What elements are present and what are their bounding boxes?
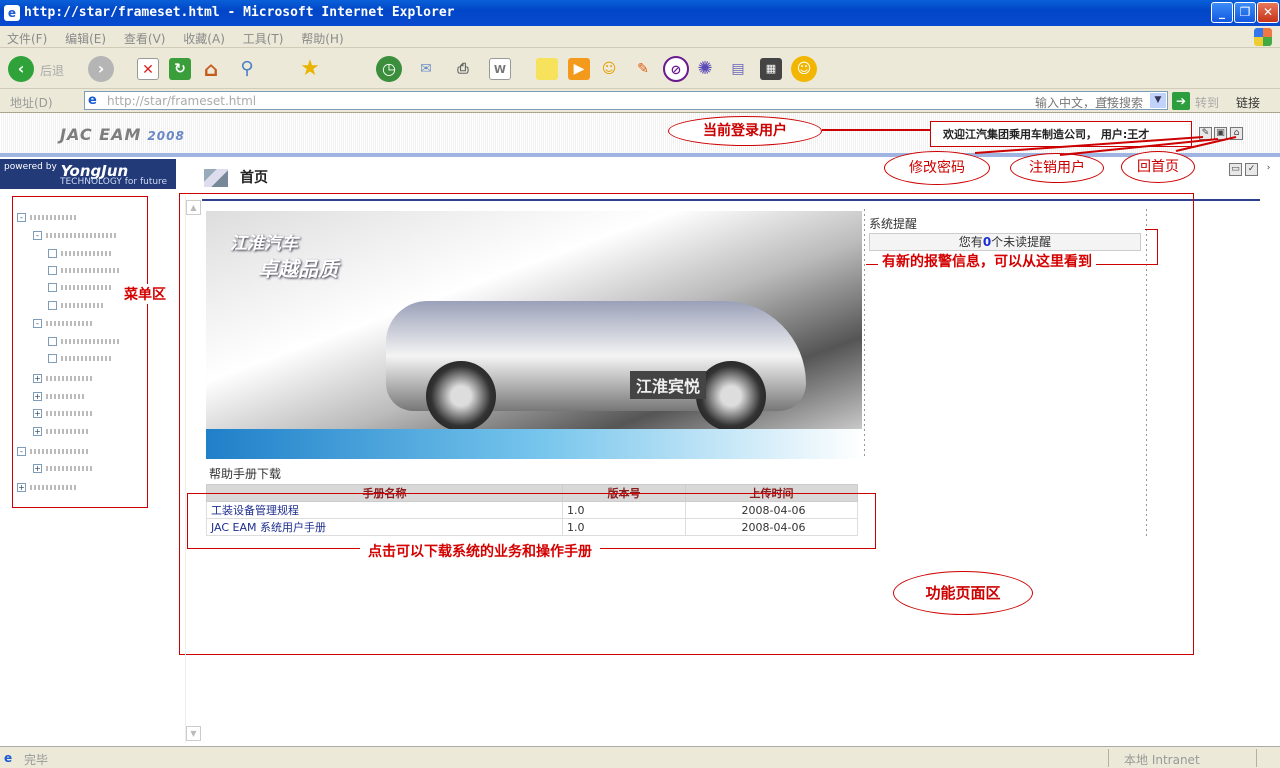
car-banner-image: 江淮汽车 卓越品质 江淮宾悦: [206, 211, 862, 459]
tree-node[interactable]: [48, 283, 57, 292]
address-url[interactable]: http://star/frameset.html: [107, 94, 256, 108]
change-password-icon[interactable]: ✎: [1199, 127, 1212, 140]
minimize-button[interactable]: _: [1211, 2, 1233, 23]
menu-bar: 文件(F) 编辑(E) 查看(V) 收藏(A) 工具(T) 帮助(H): [0, 26, 1280, 48]
tree-node[interactable]: [48, 249, 57, 258]
menu-favorites[interactable]: 收藏(A): [176, 26, 232, 51]
menu-tools[interactable]: 工具(T): [236, 26, 291, 51]
logout-icon[interactable]: ▣: [1214, 127, 1227, 140]
tree-node[interactable]: +: [33, 427, 42, 436]
tree-node[interactable]: +: [33, 392, 42, 401]
annotation-function-area: 功能页面区: [893, 571, 1033, 615]
powered-by-banner: powered by YongJun TECHNOLOGY for future: [0, 159, 176, 189]
address-bar: 地址(D) e http://star/frameset.html ⇦ 输入中文…: [0, 89, 1280, 113]
menu-edit[interactable]: 编辑(E): [58, 26, 113, 51]
search-icon[interactable]: ⚲: [236, 58, 258, 80]
film-icon[interactable]: ▦: [760, 58, 782, 80]
minimize-frame-icon[interactable]: ▭: [1229, 163, 1242, 176]
annotation-menu-area: 菜单区: [124, 284, 166, 304]
divider: [864, 209, 865, 459]
zone-text: 本地 Intranet: [1124, 753, 1200, 767]
status-bar: e 完毕 本地 Intranet: [0, 746, 1280, 768]
tree-node[interactable]: -: [33, 319, 42, 328]
chevron-right-icon[interactable]: ›: [1262, 163, 1275, 176]
annotation-change-password: 修改密码: [884, 151, 990, 185]
chevron-down-icon[interactable]: ▼: [1150, 93, 1166, 108]
stop-icon[interactable]: ✕: [137, 58, 159, 80]
tree-node[interactable]: [48, 301, 57, 310]
books-icon[interactable]: ▤: [727, 58, 749, 80]
window-title: http://star/frameset.html - Microsoft In…: [24, 5, 455, 20]
annotation-current-user: 当前登录用户: [668, 116, 822, 146]
search-hint[interactable]: 输入中文，直接搜索: [1035, 94, 1143, 111]
window-title-bar: e http://star/frameset.html - Microsoft …: [0, 0, 1280, 26]
page-icon: e: [88, 93, 97, 108]
menu-help[interactable]: 帮助(H): [294, 26, 350, 51]
tree-node[interactable]: +: [33, 409, 42, 418]
page-title-icon: [204, 169, 228, 187]
close-button[interactable]: ✕: [1257, 2, 1279, 23]
tree-node[interactable]: +: [17, 483, 26, 492]
print-icon[interactable]: ⎙: [452, 58, 474, 80]
annotation-line: [822, 129, 930, 131]
favorites-icon[interactable]: ★: [299, 58, 321, 80]
tree-node[interactable]: +: [33, 374, 42, 383]
menu-area-box: [12, 196, 148, 508]
tree-node[interactable]: -: [17, 447, 26, 456]
tree-node[interactable]: +: [33, 464, 42, 473]
annotation-download-hint: 点击可以下载系统的业务和操作手册: [360, 541, 600, 561]
block-icon[interactable]: ⊘: [663, 56, 689, 82]
browser-toolbar: ‹ 后退 › ✕ ↻ ⌂ ⚲ ★ ◷ ✉ ⎙ W ▶ ☺ ✎ ⊘ ✺ ▤ ▦ ☺: [0, 49, 1280, 89]
tree-node[interactable]: [48, 337, 57, 346]
note-icon[interactable]: [536, 58, 558, 80]
media-icon[interactable]: ▶: [568, 58, 590, 80]
back-label[interactable]: 后退: [40, 62, 64, 79]
annotation-home: 回首页: [1121, 151, 1195, 183]
maximize-button[interactable]: ❐: [1234, 2, 1256, 23]
app-logo: JAC EAM 2008: [60, 125, 185, 144]
scroll-up-icon[interactable]: ▲: [186, 200, 201, 215]
tree-node[interactable]: -: [33, 231, 42, 240]
ie-icon: e: [4, 5, 20, 21]
address-label: 地址(D): [10, 96, 53, 110]
app-header: JAC EAM 2008 欢迎江汽集团乘用车制造公司， 用户:王才 ✎ ▣ ⌂: [0, 113, 1280, 157]
welcome-user-box: 欢迎江汽集团乘用车制造公司， 用户:王才: [930, 121, 1192, 147]
annotation-alarm-info: 有新的报警信息，可以从这里看到: [878, 251, 1096, 271]
page-content: JAC EAM 2008 欢迎江汽集团乘用车制造公司， 用户:王才 ✎ ▣ ⌂ 当…: [0, 113, 1280, 746]
tool-icon[interactable]: ✎: [632, 58, 654, 80]
go-arrow-icon[interactable]: ➔: [1172, 92, 1190, 110]
content-scrollbar[interactable]: ▲ ▼: [185, 196, 201, 743]
menu-view[interactable]: 查看(V): [117, 26, 173, 51]
forward-icon[interactable]: ›: [88, 56, 114, 82]
restore-frame-icon[interactable]: ✓: [1245, 163, 1258, 176]
go-button[interactable]: 转到: [1195, 94, 1219, 111]
scroll-down-icon[interactable]: ▼: [186, 726, 201, 741]
tree-node[interactable]: -: [17, 213, 26, 222]
windows-logo-icon: [1254, 28, 1272, 46]
edit-icon[interactable]: W: [489, 58, 511, 80]
annotation-logout: 注销用户: [1010, 153, 1104, 183]
smiley-icon[interactable]: ☺: [791, 56, 817, 82]
home-icon[interactable]: ⌂: [200, 58, 222, 80]
page-title-bar: 首页: [204, 167, 268, 187]
page-title: 首页: [240, 170, 268, 186]
download-title: 帮助手册下载: [209, 467, 282, 481]
refresh-icon[interactable]: ↻: [169, 58, 191, 80]
settings-icon[interactable]: ✺: [694, 58, 716, 80]
mail-icon[interactable]: ✉: [415, 58, 437, 80]
tree-node[interactable]: [48, 266, 57, 275]
tree-node[interactable]: [48, 354, 57, 363]
status-text: 完毕: [24, 753, 49, 767]
menu-file[interactable]: 文件(F): [0, 26, 54, 51]
page-status-icon: e: [4, 751, 13, 765]
history-icon[interactable]: ◷: [376, 56, 402, 82]
back-icon[interactable]: ‹: [8, 56, 34, 82]
links-button[interactable]: 链接: [1236, 94, 1260, 111]
address-input[interactable]: e http://star/frameset.html ⇦ 输入中文，直接搜索 …: [84, 91, 1168, 110]
home-page-icon[interactable]: ⌂: [1230, 127, 1243, 140]
messenger-icon[interactable]: ☺: [598, 58, 620, 80]
